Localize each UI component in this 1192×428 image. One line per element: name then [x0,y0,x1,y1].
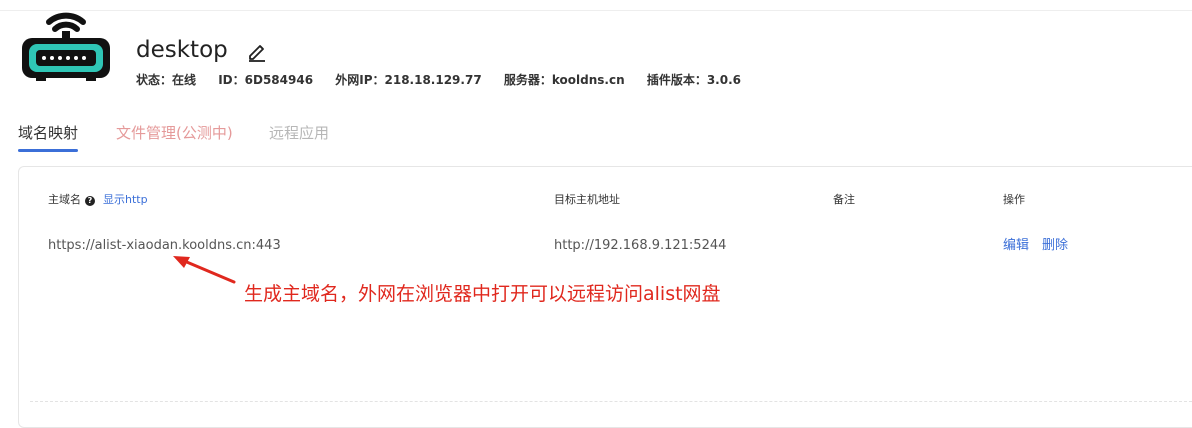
column-header-action: 操作 [1003,193,1025,206]
wan-ip: 外网IP：218.18.129.77 [335,73,482,87]
header-divider [0,10,1192,11]
annotation-text: 生成主域名，外网在浏览器中打开可以远程访问alist网盘 [244,283,721,305]
device-id: ID：6D584946 [218,73,314,87]
question-circle-icon[interactable]: ? [85,196,95,206]
pencil-edit-icon[interactable] [246,40,268,62]
router-wifi-icon [22,12,110,81]
tab-file-management[interactable]: 文件管理(公测中) [116,122,233,144]
row-target-address: http://192.168.9.121:5244 [554,238,727,253]
device-info-row: 状态：在线 ID：6D584946 外网IP：218.18.129.77 服务器… [136,72,759,88]
column-header-host: 主域名? 显示http [48,193,148,207]
delete-button[interactable]: 删除 [1042,238,1068,254]
show-http-link[interactable]: 显示http [103,193,148,206]
plugin-version: 插件版本：3.0.6 [646,73,741,87]
tab-domain-mapping[interactable]: 域名映射 [18,122,78,144]
status-text: 状态：在线 [136,73,197,87]
panel-divider [30,401,1192,402]
active-tab-indicator [18,149,78,152]
server-name: 服务器：kooldns.cn [503,73,625,87]
device-name: desktop [136,37,228,63]
column-header-target: 目标主机地址 [554,193,620,206]
host-header-label: 主域名 [48,193,81,206]
tab-remote-apps[interactable]: 远程应用 [269,122,329,144]
edit-button[interactable]: 编辑 [1003,238,1029,254]
annotation-arrow [173,256,236,284]
column-header-remark: 备注 [833,193,855,206]
